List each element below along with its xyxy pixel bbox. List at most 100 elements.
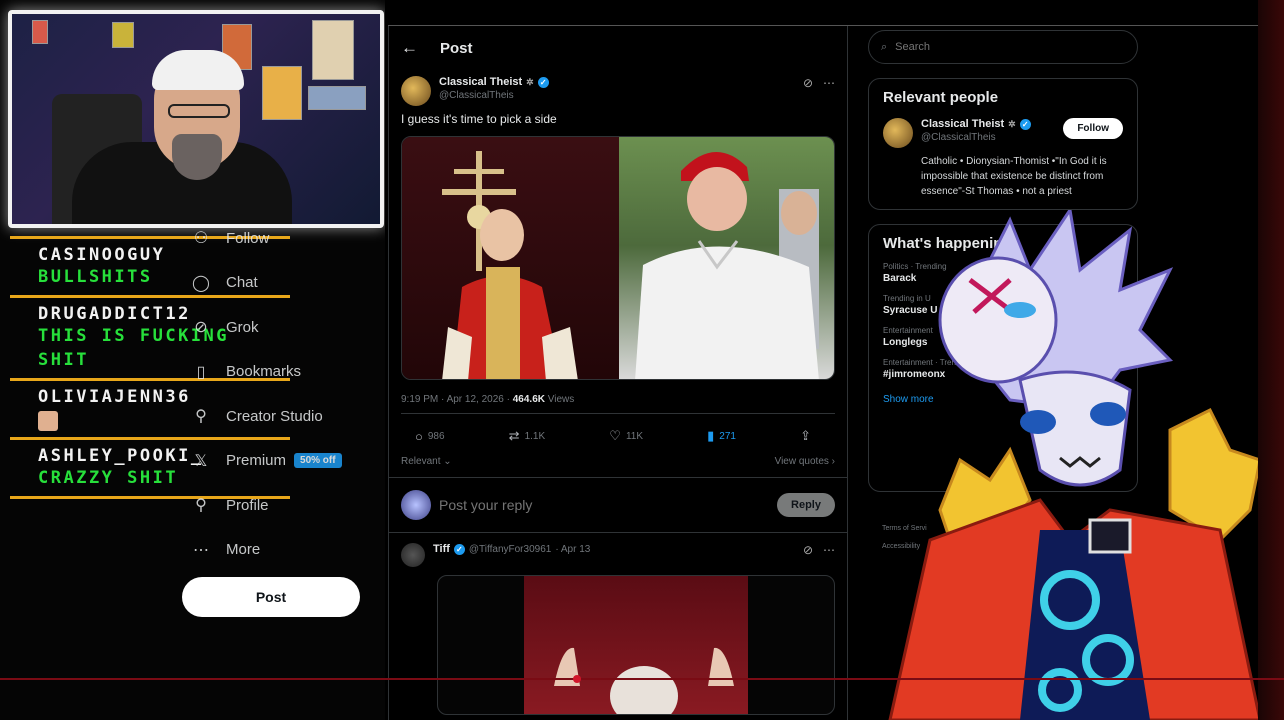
nav-item-grok[interactable]: ⊘ Grok: [190, 305, 380, 350]
chevron-right-icon: ›: [828, 456, 835, 467]
views-label: Views: [547, 394, 575, 405]
webcam-feed: [8, 10, 384, 228]
page-title: Post: [440, 39, 473, 57]
reply-count: 986: [427, 430, 445, 442]
nav-label: Chat: [226, 274, 258, 292]
author-name: Classical Theist: [439, 76, 523, 88]
like-count: 11K: [625, 430, 643, 442]
streamer-cap: [152, 50, 244, 90]
reply-icon: ○: [415, 428, 423, 444]
sort-dropdown[interactable]: Relevant ⌄: [401, 456, 452, 467]
person-handle: @ClassicalTheis: [921, 132, 996, 143]
media-image-man-in-cap[interactable]: [619, 137, 834, 379]
view-quotes-label: View quotes: [774, 456, 829, 467]
grok-icon[interactable]: ⊘: [803, 543, 813, 557]
search-icon: ⌕: [881, 40, 888, 53]
view-quotes-link[interactable]: View quotes ›: [775, 456, 835, 467]
person-name: Classical Theist: [921, 118, 1005, 130]
badge-icon: ✲: [526, 76, 534, 87]
shelf-poster: [312, 20, 354, 80]
pope-illustration: [442, 151, 578, 379]
verified-icon: ✓: [1019, 118, 1031, 130]
nav-label: Creator Studio: [226, 407, 323, 425]
repost-icon: ⇄: [508, 428, 520, 443]
grok-icon[interactable]: ⊘: [803, 76, 813, 90]
share-action[interactable]: ⇪: [800, 428, 811, 444]
more-icon: ⋯: [193, 541, 209, 559]
grok-icon: ⊘: [194, 319, 208, 337]
x-sidebar-nav: ⚇ Follow ◯ Chat ⊘ Grok ▯ Bookmarks ⚲ Cre…: [190, 216, 380, 572]
bookmark-icon: ▯: [196, 363, 206, 381]
bookmark-count: 271: [719, 430, 736, 442]
search-input[interactable]: [895, 41, 1096, 53]
bookmark-action[interactable]: ▮ 271: [707, 428, 736, 444]
more-options-icon[interactable]: ⋯: [823, 543, 835, 557]
reply-author[interactable]: Tiff ✓ @TiffanyFor30961 · Apr 13: [433, 543, 803, 555]
reply-media-image: [524, 576, 748, 714]
post-detail-feed: ← Post Classical Theist ✲ ✓ @ClassicalTh…: [388, 26, 848, 720]
shelf-figure: [112, 22, 134, 48]
repost-count: 1.1K: [524, 430, 546, 442]
post-button[interactable]: Post: [182, 577, 360, 617]
video-progress-bar[interactable]: [0, 678, 1284, 680]
nav-item-chat[interactable]: ◯ Chat: [190, 261, 380, 306]
search-box[interactable]: ⌕: [868, 30, 1138, 64]
tweet-text: I guess it's time to pick a side: [401, 112, 557, 126]
verified-icon: ✓: [537, 76, 549, 88]
nav-item-creator-studio[interactable]: ⚲ Creator Studio: [190, 394, 380, 439]
avatar[interactable]: [883, 118, 913, 148]
verified-icon: ✓: [453, 543, 465, 555]
card-title: Relevant people: [883, 89, 999, 106]
person-name-row: Classical Theist ✲ ✓: [921, 118, 1063, 130]
x-logo-icon: 𝕏: [194, 452, 208, 470]
tweet-media[interactable]: [401, 136, 835, 380]
share-icon: ⇪: [800, 428, 811, 443]
author-handle: @ClassicalTheis: [439, 90, 514, 101]
media-image-pope[interactable]: [402, 137, 619, 379]
reply-illustration: [554, 647, 734, 714]
more-options-icon[interactable]: ⋯: [823, 76, 835, 90]
reply-button[interactable]: Reply: [777, 493, 835, 517]
stream-border: [1258, 0, 1284, 720]
like-action[interactable]: ♡ 11K: [609, 428, 643, 444]
nav-label: Premium: [226, 452, 287, 470]
avatar: [401, 490, 431, 520]
person-row[interactable]: Classical Theist ✲ ✓ @ClassicalTheis Fol…: [883, 118, 1123, 148]
reply-media[interactable]: [437, 575, 835, 715]
reply-composer: Reply: [389, 478, 847, 533]
tweet-timestamp[interactable]: 9:19 PM · Apr 12, 2026 ·: [401, 394, 510, 405]
nav-item-follow[interactable]: ⚇ Follow: [190, 216, 380, 261]
shelf-poster: [262, 66, 302, 120]
nav-item-premium[interactable]: 𝕏 Premium 50% off: [190, 439, 380, 484]
back-arrow-icon[interactable]: ←: [401, 38, 418, 58]
author-name: Tiff: [433, 543, 450, 555]
profile-icon: ⚲: [195, 497, 207, 515]
nav-item-profile[interactable]: ⚲ Profile: [190, 483, 380, 528]
repost-action[interactable]: ⇄ 1.1K: [509, 428, 545, 444]
shelf-figure: [32, 20, 48, 44]
streamer-glasses: [168, 104, 230, 118]
vtuber-avatar: [870, 206, 1270, 720]
views-count: 464.6K: [512, 394, 545, 405]
chevron-down-icon: ⌄: [440, 456, 452, 467]
nav-label: Bookmarks: [226, 363, 302, 381]
stream-overlay: CASINOOGUY BULLSHITS DRUGADDICT12 THIS I…: [0, 0, 385, 720]
reply-input[interactable]: [439, 497, 778, 513]
avatar[interactable]: [401, 543, 425, 567]
tweet-header: Classical Theist ✲ ✓ @ClassicalTheis ⊘ ⋯: [389, 70, 847, 106]
nav-item-bookmarks[interactable]: ▯ Bookmarks: [190, 350, 380, 395]
discount-badge: 50% off: [294, 453, 342, 469]
nav-item-more[interactable]: ⋯ More: [190, 528, 380, 573]
nav-label: More: [226, 541, 261, 559]
reply-date: · Apr 13: [555, 543, 591, 555]
relevant-people-card: Relevant people Classical Theist ✲ ✓ @Cl…: [868, 78, 1138, 210]
tweet-author[interactable]: Classical Theist ✲ ✓: [439, 76, 803, 88]
video-progress-handle[interactable]: [573, 675, 581, 683]
avatar[interactable]: [401, 76, 431, 106]
follow-button[interactable]: Follow: [1063, 118, 1123, 139]
nav-label: Profile: [226, 496, 269, 514]
reply-sort-row: Relevant ⌄ View quotes ›: [389, 452, 847, 478]
man-in-cap-illustration: [635, 151, 819, 379]
reply-action[interactable]: ○ 986: [415, 428, 445, 444]
creator-studio-icon: ⚲: [195, 408, 207, 426]
